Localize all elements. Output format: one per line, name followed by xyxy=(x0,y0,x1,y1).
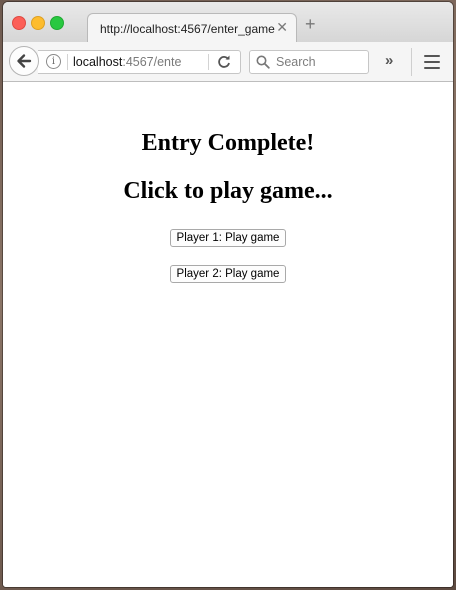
browser-window: http://localhost:4567/enter_game ✕ + i l… xyxy=(3,2,453,587)
overflow-chevron-icon[interactable]: » xyxy=(385,52,394,69)
url-divider-2 xyxy=(208,54,209,70)
play-prompt-heading: Click to play game... xyxy=(123,178,333,204)
tab-enter-game[interactable]: http://localhost:4567/enter_game ✕ xyxy=(87,13,297,42)
url-text[interactable]: localhost:4567/ente xyxy=(73,55,183,69)
info-icon[interactable]: i xyxy=(46,54,61,69)
tab-title: http://localhost:4567/enter_game xyxy=(100,22,275,36)
url-host: localhost xyxy=(73,55,123,69)
url-bar[interactable]: i localhost:4567/ente xyxy=(38,50,241,74)
search-bar[interactable]: Search xyxy=(249,50,369,74)
reload-icon[interactable] xyxy=(216,54,232,70)
navigation-bar: i localhost:4567/ente Search » xyxy=(3,42,453,82)
new-tab-button[interactable]: + xyxy=(305,15,316,33)
window-minimize-button[interactable] xyxy=(31,16,45,30)
toolbar-divider xyxy=(411,48,412,76)
url-divider xyxy=(67,54,68,70)
window-close-button[interactable] xyxy=(12,16,26,30)
player-1-play-button[interactable]: Player 1: Play game xyxy=(170,229,286,247)
player-2-play-button[interactable]: Player 2: Play game xyxy=(170,265,286,283)
hamburger-menu-icon[interactable] xyxy=(424,55,440,69)
search-icon xyxy=(256,55,270,69)
search-placeholder: Search xyxy=(276,55,316,69)
url-path: :4567/ente xyxy=(122,55,182,69)
back-arrow-icon xyxy=(17,54,32,68)
page-content: Entry Complete! Click to play game... Pl… xyxy=(3,82,453,587)
entry-complete-heading: Entry Complete! xyxy=(141,130,315,156)
back-button[interactable] xyxy=(9,46,39,76)
tab-close-icon[interactable]: ✕ xyxy=(276,19,288,36)
tab-bar: http://localhost:4567/enter_game ✕ + xyxy=(3,2,453,42)
window-maximize-button[interactable] xyxy=(50,16,64,30)
